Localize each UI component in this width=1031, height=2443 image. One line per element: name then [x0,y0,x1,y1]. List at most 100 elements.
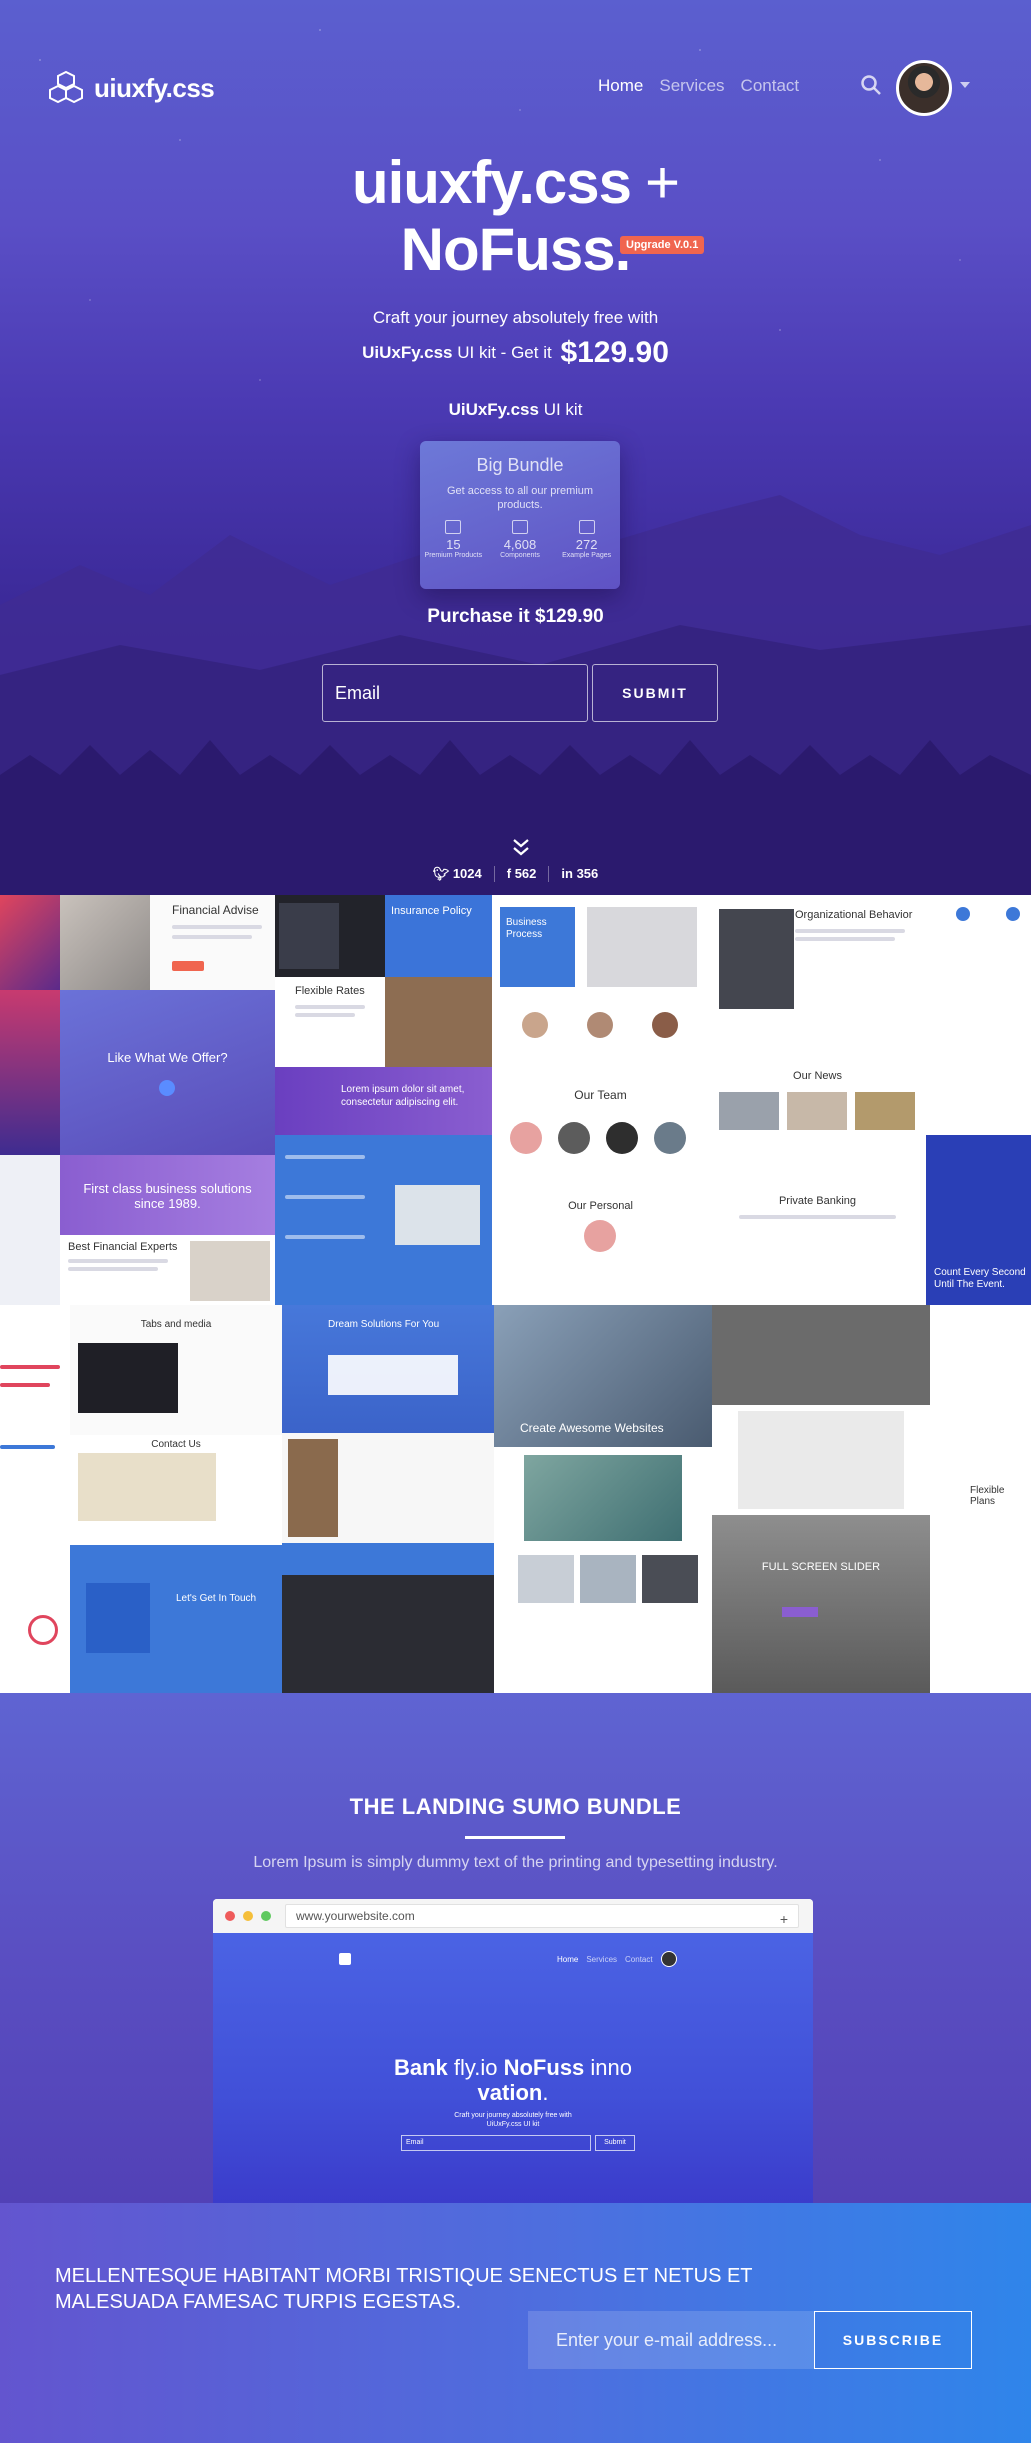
logo-cube-icon [49,70,83,104]
nav-services[interactable]: Services [659,76,724,96]
collage-tile [0,1155,60,1305]
landing-preview: Home Services Contact Bank fly.io NoFuss… [213,1933,813,2203]
our-personal-tile: Our Personal [492,1200,709,1305]
contact-us-tile: Contact Us [70,1435,282,1545]
kit-suffix: UI kit - Get it [457,343,552,362]
full-screen-slider-tile: FULL SCREEN SLIDER [712,1515,930,1693]
facebook-value: 562 [514,866,537,881]
search-icon[interactable] [860,74,882,96]
big-bundle-card[interactable]: Big Bundle Get access to all our premium… [420,441,620,589]
lets-get-in-touch-tile: Let's Get In Touch [70,1545,282,1693]
preview-nav-contact: Contact [625,1955,653,1964]
landing-sumo-section: THE LANDING SUMO BUNDLE Lorem Ipsum is s… [0,1693,1031,2203]
subscribe-button[interactable]: SUBSCRIBE [814,2311,972,2369]
our-news-tile: Our News [709,1070,926,1185]
collage-tile [0,990,60,1155]
create-websites-small-tile [494,1447,712,1547]
business-process-heading: Business Process [506,917,547,940]
preview-title-nofuss: NoFuss [503,2055,585,2080]
flexible-rates-heading: Flexible Rates [295,985,365,997]
minimize-dot-icon [243,1911,253,1921]
dream-solutions-tile: Dream Solutions For You [282,1305,494,1433]
financial-advise-tile: Financial Advise [60,895,275,990]
preview-title-vation: vation [477,2080,543,2105]
bundle-stats: 15 Premium Products 4,608 Components 272… [420,520,620,559]
contact-us-heading: Contact Us [151,1439,201,1450]
what-we-offer-tile: Like What We Offer? [60,990,275,1155]
purchase-text: Purchase it $129.90 [427,606,604,627]
facebook-icon: f [506,866,515,881]
video-tile [712,1405,930,1515]
newsletter-section: MELLENTESQUE HABITANT MORBI TRISTIQUE SE… [0,2203,1031,2443]
close-dot-icon [225,1911,235,1921]
preview-sub2: UiUxFy.css UI kit [486,2121,540,2128]
preview-menu: Home Services Contact [557,1955,653,1964]
newsletter-email-input[interactable] [528,2311,814,2369]
dream-solutions-heading: Dream Solutions For You [328,1319,440,1330]
stat-products: 15 Premium Products [423,520,483,559]
twitter-count[interactable]: 🐦︎ 1024 [421,866,494,882]
user-avatar[interactable] [896,60,952,116]
hero-title-line2: NoFuss. [0,215,1031,284]
linkedin-count[interactable]: in 356 [548,866,610,882]
browser-mockup: www.yourwebsite.com + Home Services Cont… [213,1899,813,2203]
hero-title-plus: + [644,149,680,216]
url-bar: www.yourwebsite.com + [285,1904,799,1928]
count-heading: Count Every Second Until The Event. [934,1267,1026,1290]
preview-avatar [661,1951,677,1967]
insurance-policy-tile: Insurance Policy [275,895,492,977]
maximize-dot-icon [261,1911,271,1921]
version-badge: Upgrade V.0.1 [620,236,705,254]
bundle-title: Big Bundle [476,455,564,475]
what-we-offer-heading: Like What We Offer? [107,1050,228,1065]
org-behavior-tile: Organizational Behavior [709,895,926,1070]
first-class-heading: First class business solutions since 198… [83,1181,252,1211]
bundle-desc: Get access to all our premium products. [446,485,594,511]
preview-nav: Home Services Contact [213,1949,813,1969]
url-text: www.yourwebsite.com [296,1909,415,1923]
pages-icon [578,520,595,534]
hero-price-line: UiUxFy.css UI kit - Get it $129.90 [0,336,1031,370]
lorem-tile: Lorem ipsum dolor sit amet, consectetur … [275,1067,492,1135]
collage-tile [0,895,60,990]
preview-title-dot: . [542,2080,549,2105]
nav-home[interactable]: Home [598,76,643,96]
browser-toolbar: www.yourwebsite.com + [213,1899,813,1933]
plus-icon: + [779,1911,788,1927]
twitter-icon: 🐦︎ [432,866,453,881]
preview-nav-home: Home [557,1955,579,1964]
stat-pages: 272 Example Pages [557,520,617,559]
hero-title-brand: uiuxfy.css [351,149,632,216]
stat-label: Example Pages [562,552,612,559]
our-personal-heading: Our Personal [568,1200,633,1212]
preview-subtitle: Craft your journey absolutely free with … [213,2111,813,2129]
flexible-plans-tile: Flexible Plans [930,1305,1031,1693]
preview-submit: Submit [595,2135,635,2151]
linkedin-icon: in [561,866,577,881]
newsletter-text: MELLENTESQUE HABITANT MORBI TRISTIQUE SE… [55,2265,753,2313]
submit-button[interactable]: SUBMIT [592,664,718,722]
preview-title: Bank fly.io NoFuss inno vation. [213,2055,813,2105]
create-websites-tile: Create Awesome Websites [494,1305,712,1447]
logo[interactable]: uiuxfy.css [46,68,215,108]
nav-contact[interactable]: Contact [741,76,800,96]
insurance-policy-heading: Insurance Policy [391,905,472,917]
our-team-heading: Our Team [574,1088,627,1102]
kit-label-brand: UiUxFy.css [448,400,539,419]
preview-title-fly: fly.io [447,2055,504,2080]
chevron-down-icon[interactable] [960,82,970,88]
stat-label: Components [500,552,540,559]
page: uiuxfy.css Home Services Contact uiuxfy.… [0,0,1031,2443]
stat-num: 272 [575,537,598,552]
full-screen-slider-heading: FULL SCREEN SLIDER [761,1561,881,1573]
chevron-down-icon[interactable] [512,838,530,858]
email-field[interactable] [322,664,588,722]
facebook-count[interactable]: f 562 [493,866,549,882]
logo-text: uiuxfy.css [94,72,215,103]
private-banking-tile: Private Banking [709,1185,926,1305]
preview-sub1: Craft your journey absolutely free with [454,2112,572,2119]
kit-label-suffix: UI kit [543,400,583,419]
top-nav: uiuxfy.css Home Services Contact [0,58,1031,118]
products-icon [445,520,462,534]
business-process-tile: Business Process [492,895,709,1000]
